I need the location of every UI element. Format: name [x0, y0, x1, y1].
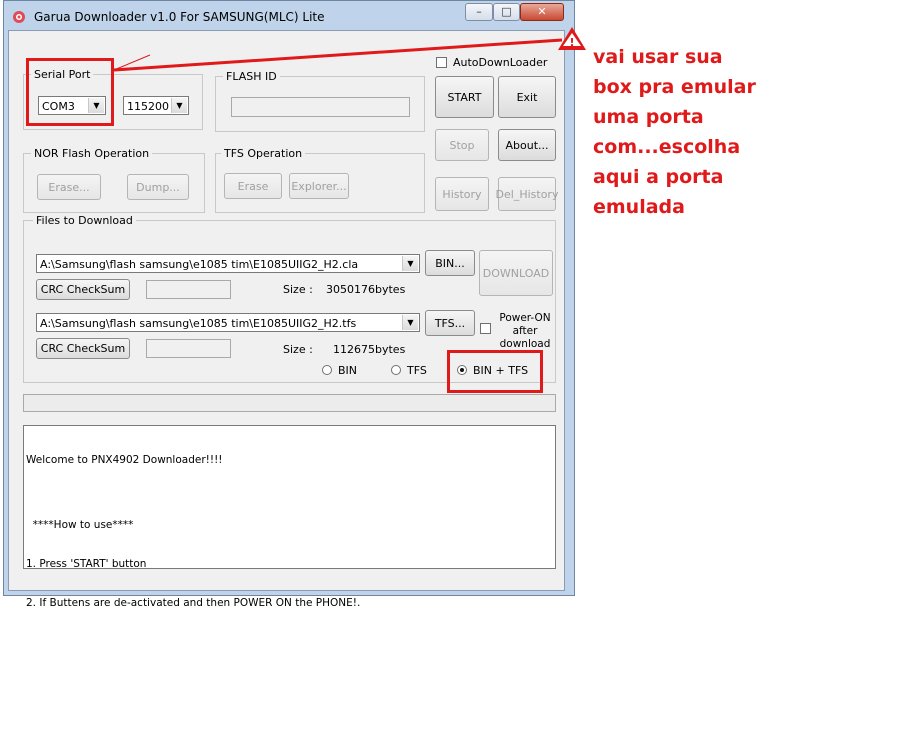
note-line: uma porta [593, 106, 704, 128]
note-line: aqui a porta [593, 166, 724, 188]
note-line: emulada [593, 196, 685, 218]
note-line: box pra emular [593, 76, 756, 98]
note-line: vai usar sua [593, 46, 723, 68]
annotation-note: vai usar sua box pra emular uma porta co… [593, 42, 793, 222]
note-line: com...escolha [593, 136, 741, 158]
warning-mark: ! [569, 36, 574, 49]
